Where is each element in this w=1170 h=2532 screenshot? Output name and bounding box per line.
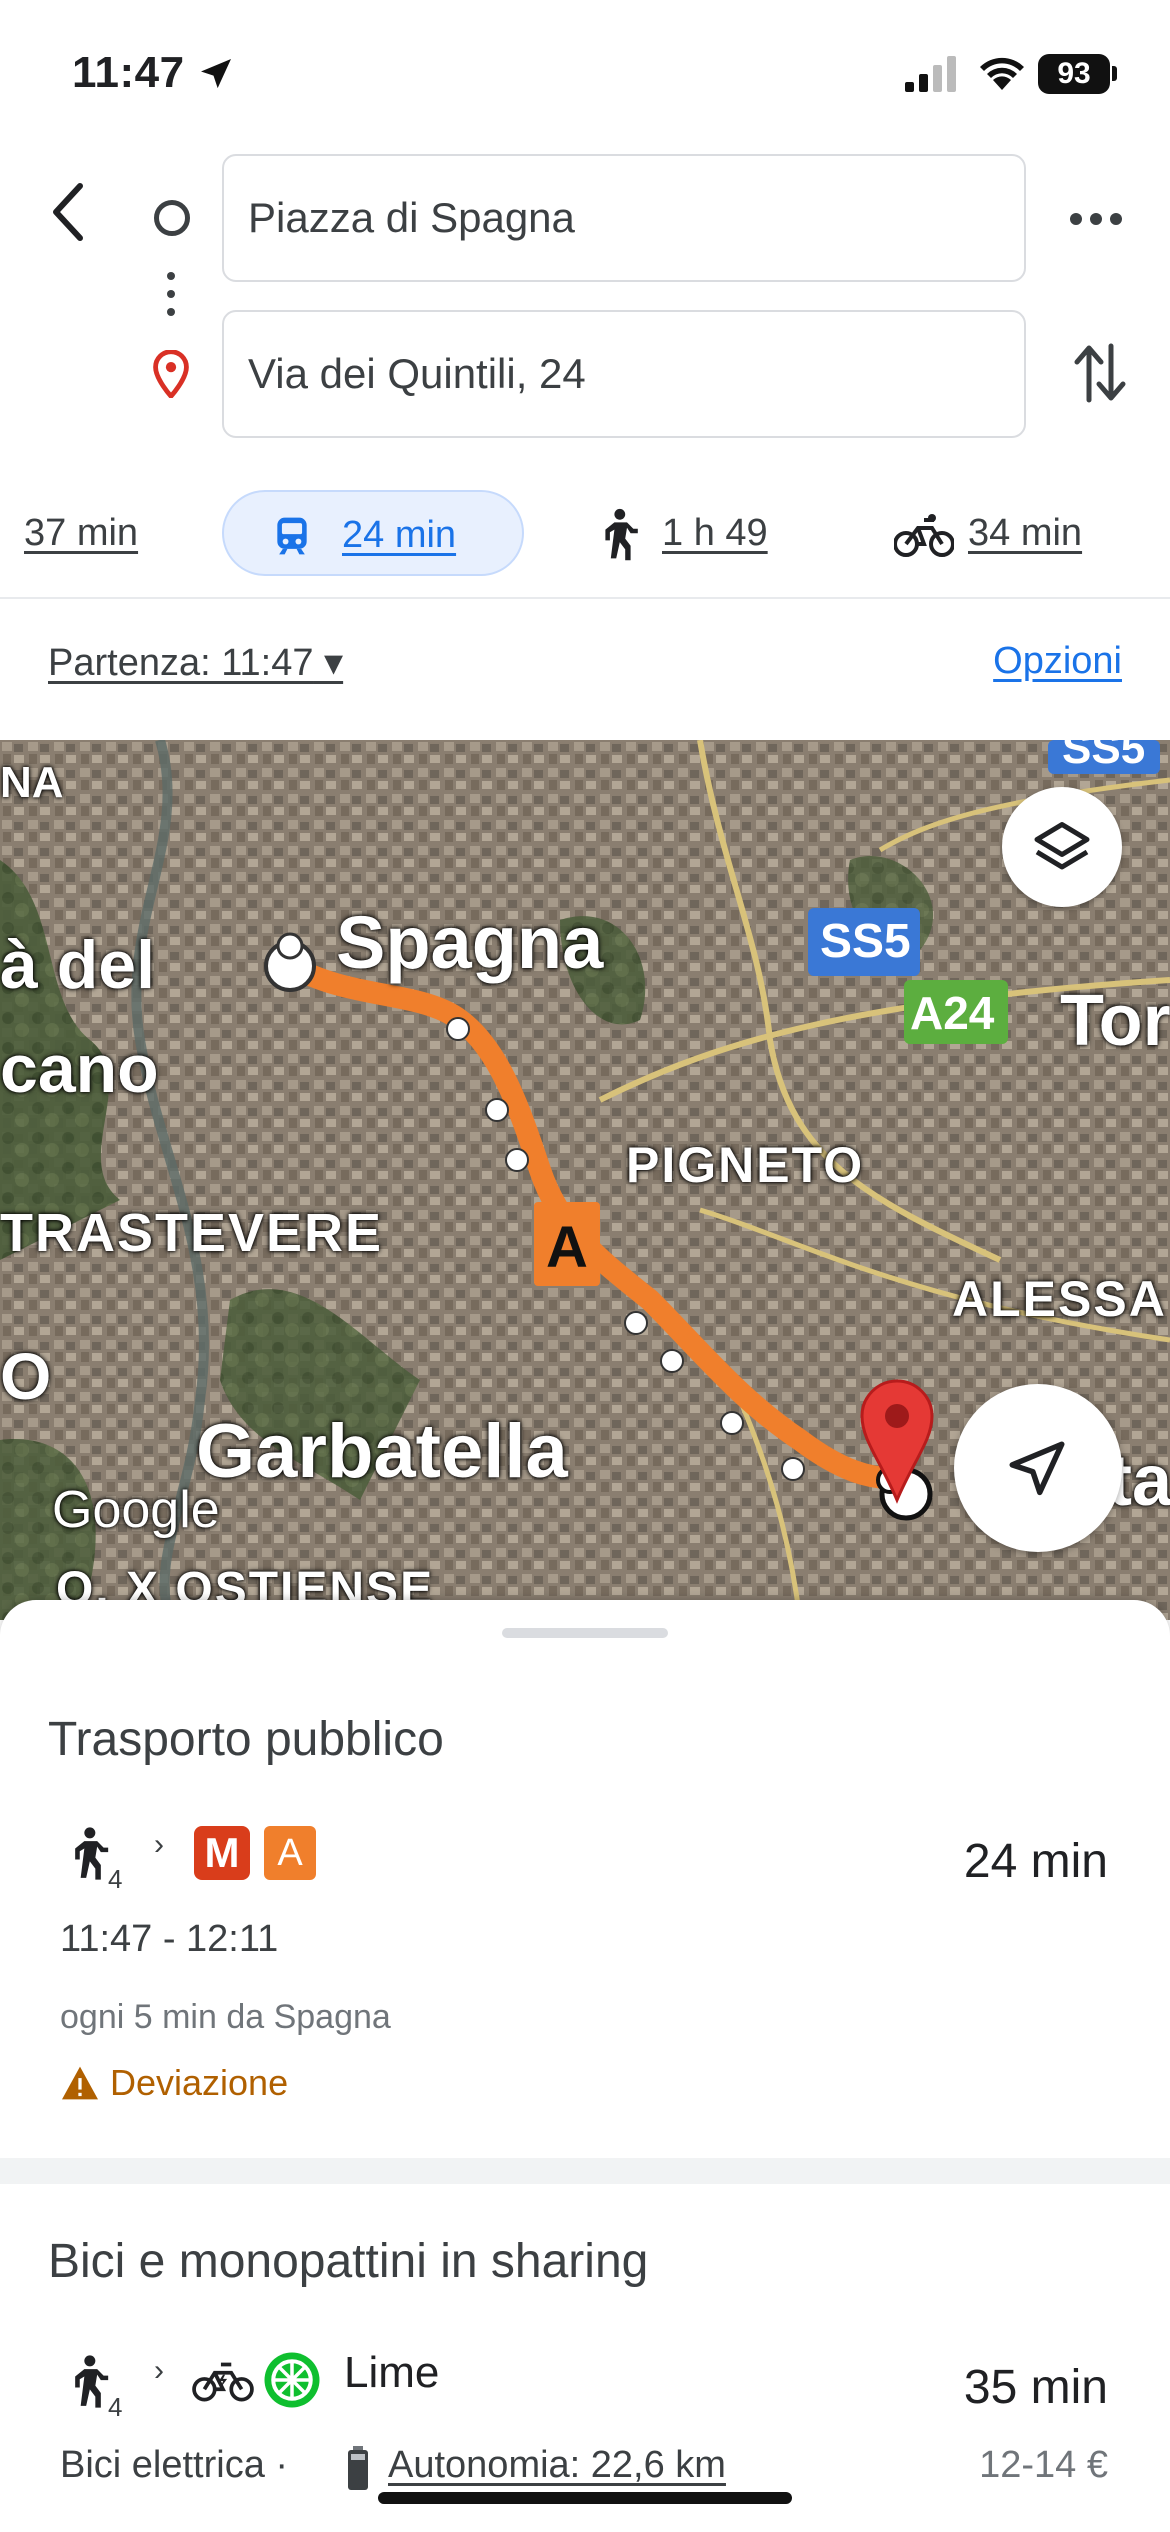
location-arrow-icon [201, 59, 231, 89]
lime-logo-icon [264, 2352, 320, 2408]
transit-section-title: Trasporto pubblico [48, 1713, 444, 1766]
transit-duration: 24 min [963, 1835, 1108, 1888]
map-label-na: NA [0, 758, 64, 807]
map-label-spagna: Spagna [336, 901, 604, 984]
shield-ss5-top: SS5 [1062, 740, 1146, 773]
transit-times: 11:47 - 12:11 [60, 1918, 279, 1960]
sharing-price: 12-14 € [979, 2444, 1108, 2486]
google-logo: Google [52, 1481, 220, 1539]
detour-alert[interactable]: Deviazione [60, 2062, 288, 2104]
map-label-vaticano: cano [0, 1031, 159, 1107]
map-label-citta: à del [0, 927, 155, 1003]
cellular-signal-icon [905, 56, 956, 92]
origin-circle-icon [154, 200, 190, 236]
map-label-tor: Tor [1060, 981, 1170, 1061]
walk-icon [75, 2355, 109, 2408]
map-label-o: O [0, 1339, 52, 1413]
metro-line-label: A [546, 1215, 588, 1280]
section-separator [0, 2158, 1170, 2184]
chevron-right-icon: › [154, 1828, 164, 1861]
tab-transit[interactable]: 24 min [222, 490, 524, 576]
start-navigation-button[interactable] [954, 1384, 1122, 1552]
divider [0, 597, 1170, 599]
map-label-trastevere: TRASTEVERE [0, 1203, 384, 1263]
route-dot [167, 308, 175, 316]
departure-time-selector[interactable]: Partenza: 11:47 ▾ [48, 640, 343, 685]
vehicle-type: Bici elettrica · [60, 2444, 289, 2486]
destination-input[interactable]: Via dei Quintili, 24 [222, 310, 1026, 438]
layers-icon [1034, 822, 1090, 870]
options-link[interactable]: Opzioni [993, 640, 1122, 683]
walk-icon [75, 1827, 109, 1880]
bike-icon [894, 514, 954, 557]
origin-input[interactable]: Piazza di Spagna [222, 154, 1026, 282]
walk-minutes: 4 [108, 1864, 123, 1894]
battery-tip [1112, 66, 1117, 81]
shield-a24: A24 [910, 987, 995, 1039]
travel-mode-tabs: 37 min 24 min 1 h 49 34 min [0, 480, 1170, 598]
status-time: 11:47 [72, 48, 185, 97]
swap-icon[interactable] [1072, 340, 1128, 406]
chevron-right-icon: › [154, 2354, 164, 2387]
sharing-section-title: Bici e monopattini in sharing [48, 2235, 649, 2288]
walk-icon [605, 508, 638, 561]
sheet-drag-handle[interactable] [502, 1628, 668, 1638]
line-a-badge: A [264, 1826, 316, 1880]
warning-icon [62, 2066, 98, 2100]
provider-name: Lime [344, 2348, 440, 2397]
map-label-alessandrino: ALESSA [952, 1271, 1167, 1327]
map-label-pigneto: PIGNETO [626, 1137, 865, 1193]
detour-label: Deviazione [110, 2062, 289, 2103]
map-label-garbatella: Garbatella [196, 1409, 568, 1494]
transit-frequency: ogni 5 min da Spagna [60, 1998, 391, 2036]
status-bar: 11:47 93 [0, 0, 1170, 140]
ebike-icon [192, 2362, 254, 2402]
walk-minutes: 4 [108, 2392, 123, 2422]
shield-ss5: SS5 [820, 915, 911, 968]
route-dot [167, 272, 175, 280]
home-indicator[interactable] [378, 2492, 792, 2504]
wifi-icon [980, 57, 1024, 90]
train-icon [277, 517, 307, 555]
metro-badge: M [194, 1826, 250, 1880]
back-icon[interactable] [40, 178, 96, 246]
layers-button[interactable] [1002, 787, 1122, 907]
tab-driving[interactable]: 37 min [24, 490, 138, 576]
vehicle-range: Autonomia: 22,6 km [388, 2444, 726, 2486]
battery-indicator: 93 [1038, 54, 1110, 94]
sharing-route-option[interactable]: 4 › Lime 35 min Bici elettrica · Autonom… [0, 2340, 1170, 2490]
destination-pin-icon [153, 350, 189, 398]
battery-icon [348, 2446, 368, 2490]
sharing-duration: 35 min [963, 2361, 1108, 2414]
more-options-icon[interactable] [1068, 205, 1124, 233]
navigation-arrow-icon [1009, 1441, 1065, 1496]
route-dot [167, 290, 175, 298]
